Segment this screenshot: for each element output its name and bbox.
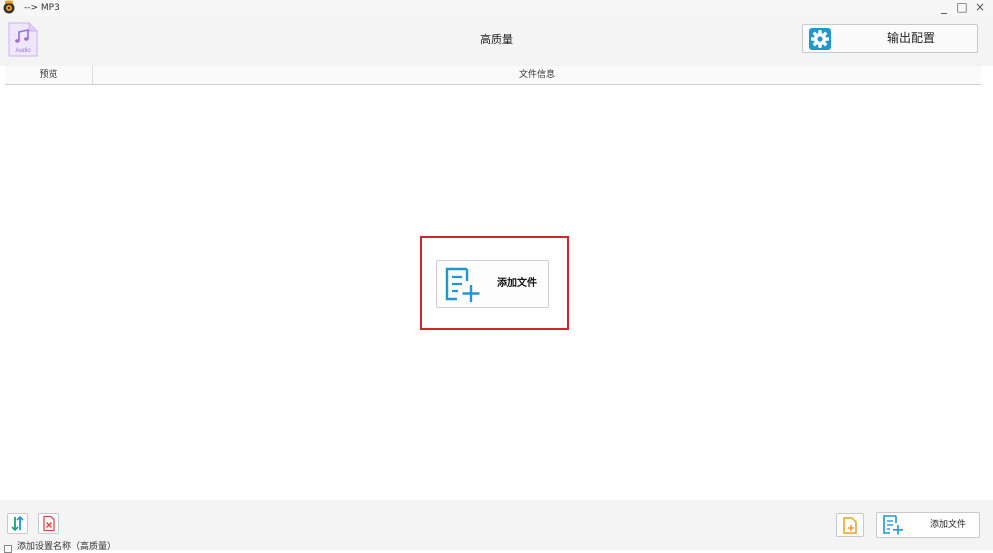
file-list-header: 预览 文件信息	[5, 66, 981, 85]
audio-format-label: Audio	[15, 48, 31, 54]
close-button[interactable]: ×	[973, 0, 987, 16]
output-config-button[interactable]: 输出配置	[802, 24, 978, 53]
add-file-label: 添加文件	[497, 278, 537, 289]
delete-icon	[43, 515, 55, 532]
window-title: --> MP3	[24, 3, 60, 13]
add-file-bottom-button[interactable]: 添加文件	[876, 512, 980, 538]
delete-button[interactable]	[38, 513, 59, 534]
audio-format-icon[interactable]: Audio	[8, 22, 38, 57]
add-folder-icon	[843, 517, 857, 534]
add-setting-name-option: 添加设置名称（高质量）	[4, 542, 304, 553]
add-folder-button[interactable]	[836, 513, 864, 537]
add-setting-name-label[interactable]: 添加设置名称（高质量）	[17, 542, 116, 552]
add-file-button[interactable]: 添加文件	[436, 260, 549, 308]
column-preview[interactable]: 预览	[5, 66, 93, 84]
app-logo-icon	[2, 0, 16, 14]
add-file-icon	[443, 267, 483, 303]
maximize-button[interactable]: □	[955, 0, 969, 16]
minimize-button[interactable]: _	[937, 0, 951, 16]
gear-icon	[808, 27, 832, 51]
sort-icon	[11, 515, 24, 532]
sort-button[interactable]	[7, 513, 28, 534]
column-file-info[interactable]: 文件信息	[93, 66, 981, 84]
add-file-icon	[882, 515, 904, 535]
output-config-label: 输出配置	[886, 31, 935, 45]
add-file-bottom-label: 添加文件	[929, 520, 966, 530]
add-setting-name-checkbox[interactable]	[4, 545, 12, 553]
title-bar	[0, 0, 993, 16]
